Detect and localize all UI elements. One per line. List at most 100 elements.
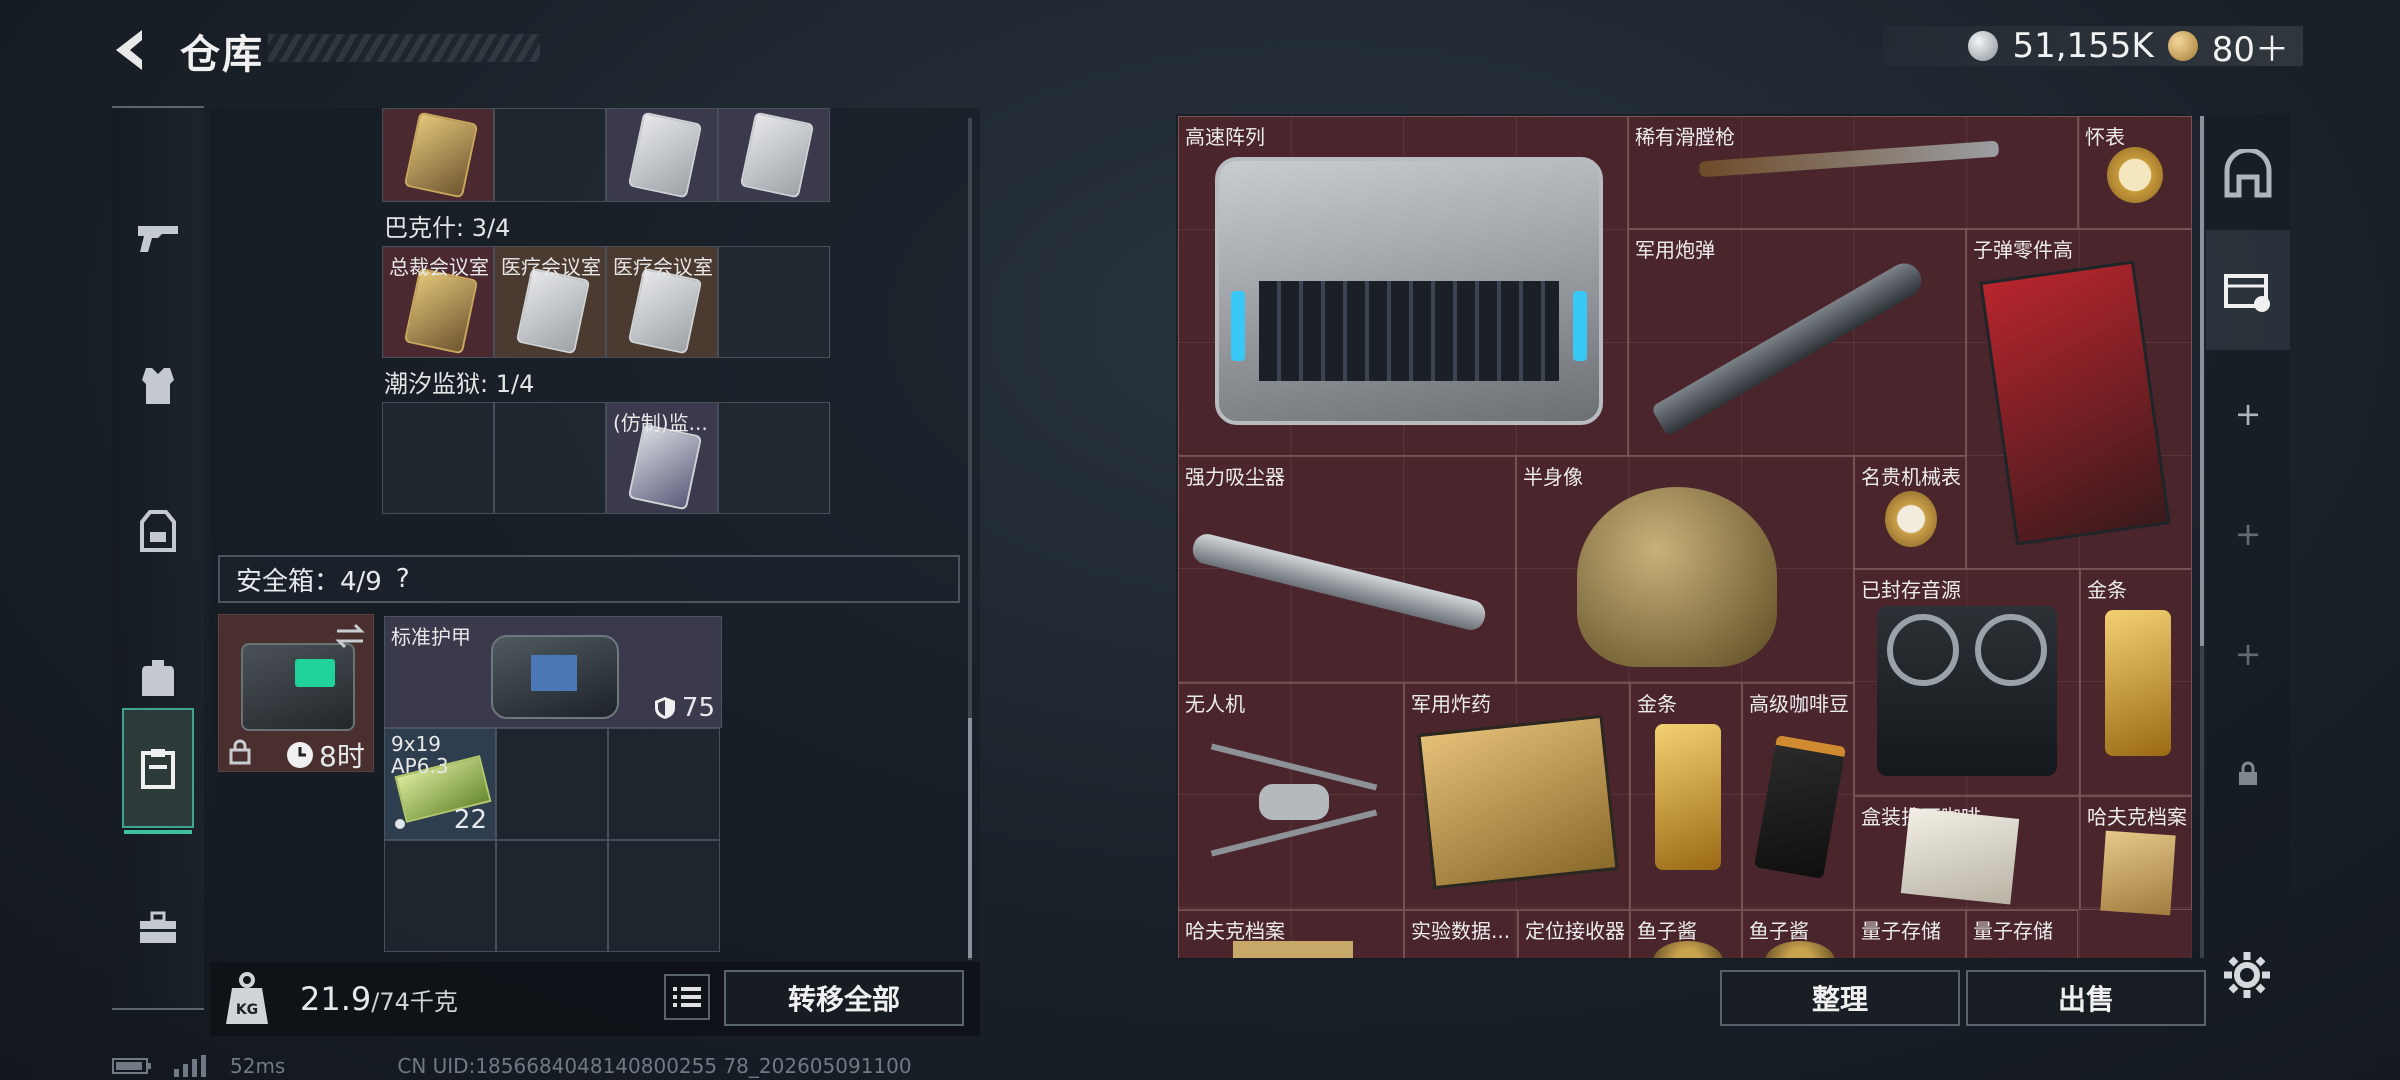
- explosives-image: [1417, 714, 1619, 890]
- gold-balance[interactable]: 80＋: [2212, 22, 2289, 71]
- tidal-prison-keycard-count: 潮汐监狱: 1/4: [384, 370, 535, 398]
- stash-item[interactable]: 军用炮弹: [1628, 229, 1966, 456]
- ammo-slot[interactable]: 9x19 AP6.3 22: [384, 728, 496, 840]
- stash-item[interactable]: 金条: [2080, 569, 2192, 796]
- stash-item[interactable]: 稀有滑膛枪: [1628, 116, 2078, 229]
- item-label: 金条: [2087, 578, 2127, 602]
- armor-slot[interactable]: 标准护甲 75: [384, 616, 722, 728]
- settings-gear-icon[interactable]: [2222, 950, 2272, 1000]
- stash-item[interactable]: 名贵机械表: [1854, 456, 1966, 569]
- stash-item[interactable]: 鱼子酱: [1742, 910, 1854, 958]
- item-label: 量子存储: [1861, 919, 1941, 943]
- grid-slot-empty[interactable]: [496, 840, 608, 952]
- item-label: 无人机: [1185, 692, 1245, 716]
- keycard-slot-empty[interactable]: [494, 108, 606, 202]
- stash-item[interactable]: 强力吸尘器: [1178, 456, 1516, 683]
- sell-button[interactable]: 出售: [1966, 970, 2206, 1026]
- keycard-slot[interactable]: 总裁会议室: [382, 246, 494, 358]
- safe-container[interactable]: 8时: [218, 614, 374, 773]
- item-label: 哈夫克档案: [1185, 919, 1285, 943]
- keycard-icon: [627, 423, 703, 511]
- stash-item[interactable]: 金条: [1630, 683, 1742, 910]
- stash-item[interactable]: 盒装挂耳咖啡: [1854, 796, 2080, 910]
- category-toolbox[interactable]: [112, 868, 204, 988]
- keycard-slot[interactable]: 医疗会议室: [606, 246, 718, 358]
- item-label: 量子存储: [1973, 919, 2053, 943]
- item-label: 稀有滑膛枪: [1635, 125, 1735, 149]
- svg-text:KG: KG: [236, 1002, 258, 1018]
- stash-item[interactable]: 半身像: [1516, 456, 1854, 683]
- add-stash-tab-button[interactable]: +: [2206, 594, 2290, 714]
- clipboard-icon: [141, 749, 175, 789]
- category-weapons[interactable]: [112, 178, 204, 298]
- stash-item[interactable]: 量子存储: [1966, 910, 2078, 958]
- stash-item[interactable]: 已封存音源: [1854, 569, 2080, 796]
- bust-image: [1577, 487, 1777, 667]
- item-label: 高级咖啡豆: [1749, 692, 1849, 716]
- grid-slot-empty[interactable]: [608, 840, 720, 952]
- sort-button[interactable]: 整理: [1720, 970, 1960, 1026]
- keycard-row-bakshi: 总裁会议室 医疗会议室 医疗会议室: [382, 246, 830, 358]
- stash-item[interactable]: 军用炸药: [1404, 683, 1630, 910]
- keycard-slot-empty[interactable]: [718, 246, 830, 358]
- keycard-slot[interactable]: [718, 108, 830, 202]
- stash-item[interactable]: 怀表: [2078, 116, 2192, 229]
- clock-icon: [287, 742, 313, 768]
- category-armor[interactable]: [112, 326, 204, 446]
- battery-icon: [112, 1058, 151, 1074]
- keycard-label: 医疗会议室: [613, 255, 713, 279]
- grid-slot-empty[interactable]: [496, 728, 608, 840]
- keycard-slot-empty[interactable]: [382, 402, 494, 514]
- plus-icon: +: [2234, 515, 2262, 553]
- keycard-slot[interactable]: [606, 108, 718, 202]
- left-scrollbar[interactable]: [968, 118, 972, 960]
- plus-icon: +: [2234, 395, 2262, 433]
- keycard-label: (仿制)监...: [613, 411, 708, 435]
- folder-image: [1233, 941, 1353, 958]
- item-label: 实验数据...: [1411, 919, 1511, 943]
- stash-item[interactable]: 无人机: [1178, 683, 1404, 910]
- backpack-icon: [142, 660, 174, 696]
- keycard-slot-empty[interactable]: [494, 402, 606, 514]
- keycard-icon: [739, 111, 815, 199]
- stash-item[interactable]: 高级咖啡豆: [1742, 683, 1854, 910]
- item-label: 鱼子酱: [1749, 919, 1809, 943]
- stash-item[interactable]: 实验数据...: [1404, 910, 1518, 958]
- add-stash-tab-button[interactable]: +: [2206, 354, 2290, 474]
- stash-item[interactable]: 定位接收器: [1518, 910, 1630, 958]
- stash-item[interactable]: 子弹零件高: [1966, 229, 2192, 569]
- signal-icon: [174, 1055, 206, 1077]
- armor-durability: 75: [654, 693, 715, 723]
- add-stash-tab-button[interactable]: +: [2206, 474, 2290, 594]
- transfer-all-button[interactable]: 转移全部: [724, 970, 964, 1026]
- stash-item[interactable]: 鱼子酱: [1630, 910, 1742, 958]
- list-view-button[interactable]: [664, 974, 710, 1020]
- safe-box-capacity: 安全箱：4/9: [236, 566, 382, 597]
- category-chest-rig[interactable]: [112, 472, 204, 592]
- keycard-slot-empty[interactable]: [718, 402, 830, 514]
- stash-scrollbar[interactable]: [2200, 116, 2204, 958]
- stash-item[interactable]: 哈夫克档案: [2080, 796, 2192, 916]
- stash-tab-1[interactable]: [2206, 118, 2290, 230]
- stash-item[interactable]: 高速阵列: [1178, 116, 1628, 456]
- item-label: 半身像: [1523, 465, 1583, 489]
- grid-slot-empty[interactable]: [384, 840, 496, 952]
- stash-tab-2-selected[interactable]: [2206, 230, 2290, 350]
- keycard-slot[interactable]: (仿制)监...: [606, 402, 718, 514]
- artillery-shell-image: [1650, 257, 1928, 437]
- stash-grid: 高速阵列 稀有滑膛枪 怀表 军用炮弹 子弹零件高 强力吸尘器 半身像 名贵机械表: [1178, 116, 2192, 958]
- folder-image: [2100, 830, 2176, 916]
- back-arrow-icon[interactable]: [108, 26, 156, 74]
- help-icon[interactable]: ?: [396, 564, 410, 594]
- weight-readout: 21.9/74千克: [300, 980, 458, 1018]
- item-label: 定位接收器: [1525, 919, 1625, 943]
- stash-item[interactable]: 量子存储: [1854, 910, 1966, 958]
- keycard-slot[interactable]: [382, 108, 494, 202]
- ping: 52ms: [230, 1054, 286, 1078]
- coffee-bag-image: [1753, 734, 1847, 880]
- stash-item[interactable]: 哈夫克档案: [1178, 910, 1404, 958]
- keycard-slot[interactable]: 医疗会议室: [494, 246, 606, 358]
- grid-slot-empty[interactable]: [608, 728, 720, 840]
- swap-icon[interactable]: [333, 623, 367, 649]
- category-safe-box[interactable]: [122, 708, 194, 834]
